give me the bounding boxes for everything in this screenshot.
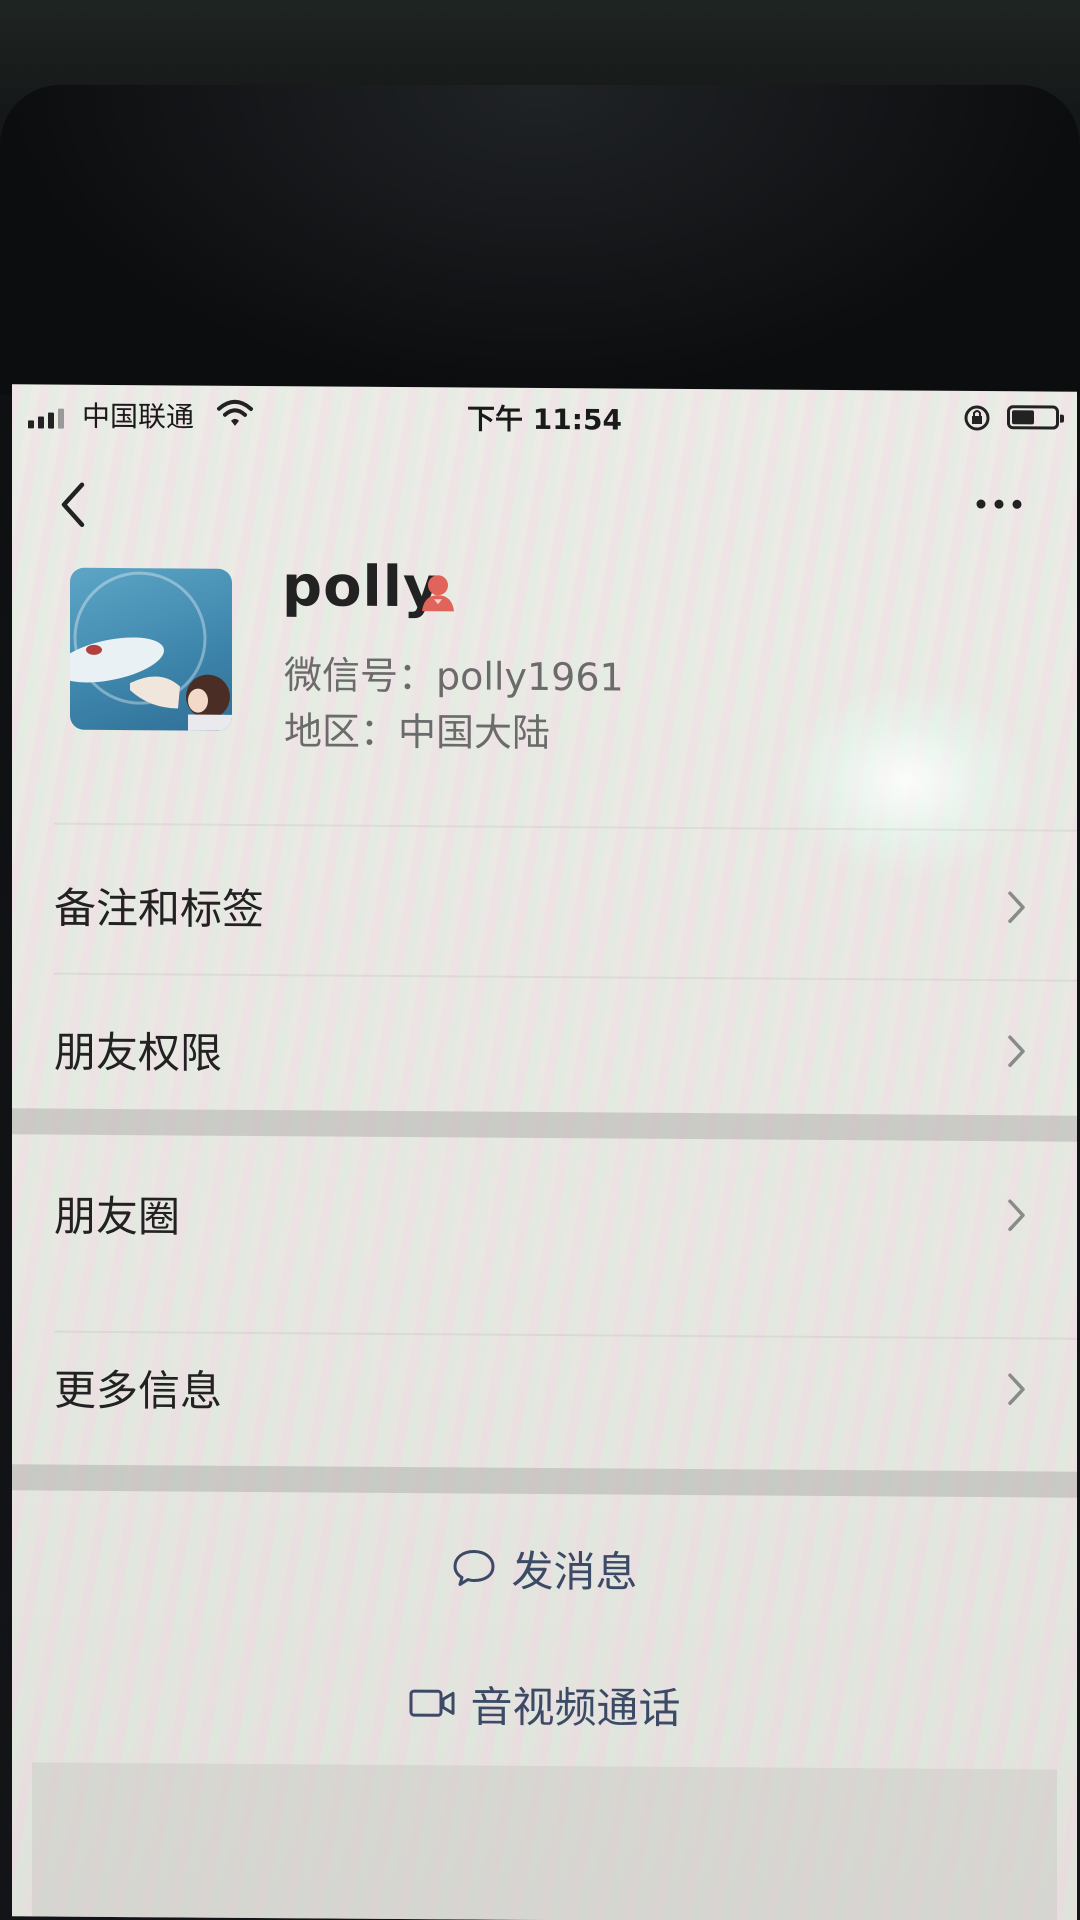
menu-item-label: 备注和标签 <box>54 883 265 935</box>
chevron-right-icon <box>1008 1199 1025 1231</box>
menu-item-moments[interactable]: 朋友圈 <box>12 1136 1077 1287</box>
region: 地区：中国大陆 <box>284 709 551 756</box>
menu-item-label: 朋友权限 <box>54 1027 223 1078</box>
phone-screen: 中国联通 下午 11:54 polly 微信号：polly1961 地区：中国大… <box>12 384 1077 1920</box>
wechat-id: 微信号：polly1961 <box>284 653 624 700</box>
video-call-button[interactable]: 音视频通话 <box>12 1640 1077 1767</box>
chevron-right-icon <box>1008 1035 1025 1067</box>
battery-icon <box>1007 405 1064 430</box>
section-gap <box>12 1464 1077 1498</box>
menu-item-label: 朋友圈 <box>54 1191 181 1242</box>
video-camera-icon <box>409 1689 455 1717</box>
rotation-lock-icon <box>964 405 990 431</box>
status-bar: 中国联通 下午 11:54 <box>12 384 1077 451</box>
menu-item-more-info[interactable]: 更多信息 <box>12 1310 1077 1461</box>
menu-item-friend-permissions[interactable]: 朋友权限 <box>12 972 1077 1123</box>
phone-bezel <box>0 85 1080 395</box>
send-message-label: 发消息 <box>511 1546 638 1597</box>
profile-name: polly <box>282 554 441 621</box>
status-time: 下午 11:54 <box>467 402 622 437</box>
female-icon <box>422 575 454 612</box>
chevron-right-icon <box>1008 1373 1025 1405</box>
chevron-right-icon <box>1008 891 1025 923</box>
back-button[interactable] <box>50 477 98 533</box>
menu-item-remarks-tags[interactable]: 备注和标签 <box>12 828 1077 979</box>
more-options-button[interactable] <box>969 479 1029 529</box>
avatar-illustration <box>70 571 232 731</box>
bottom-panel <box>32 1762 1057 1920</box>
chat-bubble-icon <box>453 1550 495 1586</box>
avatar[interactable] <box>70 567 232 731</box>
video-call-label: 音视频通话 <box>470 1681 681 1733</box>
menu-item-label: 更多信息 <box>54 1365 223 1416</box>
send-message-button[interactable]: 发消息 <box>12 1504 1077 1631</box>
